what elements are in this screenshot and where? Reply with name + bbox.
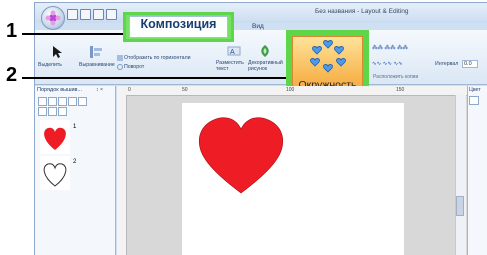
align-icon[interactable] [88,44,104,60]
stitch-thumb-1-number: 1 [73,124,77,130]
panel-tool-2-icon[interactable] [48,97,57,106]
window-title: Без названия - Layout & Editing [315,8,409,15]
qat-save-icon[interactable] [93,9,104,20]
ruler-mark-100: 100 [286,87,295,93]
color-panel-title: Цвет [469,87,481,93]
rotate-button[interactable]: Поворот [124,64,144,70]
panel-tool-6-icon[interactable] [38,107,47,116]
callout-1: 1 [6,20,18,42]
stitch-thumb-2-number: 2 [73,159,77,165]
interval-input[interactable]: 0.0 [462,60,478,68]
stitch-order-title: Порядок вышив... [37,87,83,93]
flip-horizontal-icon[interactable] [117,55,123,61]
interval-label: Интервал [435,61,459,67]
flip-horizontal-button[interactable]: Отобразить по горизонтали [124,55,191,61]
color-panel [467,86,487,255]
color-panel-tool-icon[interactable] [469,96,479,105]
stitch-thumb-2[interactable] [40,156,70,190]
panel-tool-7-icon[interactable] [48,107,57,116]
decorative-pattern-icon[interactable] [257,43,273,59]
arrange-row-1[interactable]: ⁂⁂ ⁂⁂ ⁂⁂ [372,45,408,51]
decorative-pattern-label[interactable]: Декоративный рисунок [248,60,286,72]
heart-outline-icon [43,163,67,187]
qat-new-icon[interactable] [67,9,78,20]
circle-hearts-icon [310,40,346,73]
vertical-scrollbar[interactable] [455,95,466,255]
app-menu-orb[interactable] [41,6,65,30]
tab-view[interactable]: Вид [252,23,264,30]
callout-2-line [22,77,286,79]
panel-tool-1-icon[interactable] [38,97,47,106]
arrange-option-1-icon[interactable]: ⁂⁂ ⁂⁂ ⁂⁂ [372,45,408,51]
select-arrow-icon[interactable] [52,45,64,59]
ruler-mark-50: 50 [182,87,188,93]
select-button-label[interactable]: Выделить [38,62,62,68]
place-text-icon[interactable]: A [227,44,241,58]
panel-tool-3-icon[interactable] [58,97,67,106]
tab-composition-label[interactable]: Композиция [129,17,228,31]
arrange-row-2[interactable]: ∿∿ ∿∿ ∿∿ [372,61,403,67]
heart-filled-icon [44,127,66,150]
ruler-vertical [117,95,127,255]
svg-text:A: A [230,49,235,56]
heart-shape[interactable] [196,115,286,197]
align-button-label[interactable]: Выравнивание [79,62,115,68]
callout-2: 2 [6,64,18,86]
stitch-thumb-1[interactable] [40,120,70,154]
arrange-copies-group-label: Расположить копии [373,74,419,80]
panel-pin-close-icon[interactable]: ↕ × [96,87,103,93]
ruler-mark-150: 150 [396,87,405,93]
place-text-label[interactable]: Разместить текст [216,60,246,72]
panel-tool-5-icon[interactable] [78,97,87,106]
rotate-icon[interactable] [117,64,123,70]
callout-1-line [22,33,123,35]
panel-tool-8-icon[interactable] [58,107,67,116]
qat-undo-icon[interactable] [106,9,117,20]
arrange-option-2-icon[interactable]: ∿∿ ∿∿ ∿∿ [372,61,403,67]
ruler-mark-0: 0 [128,87,131,93]
scrollbar-thumb[interactable] [456,196,464,216]
flower-icon [45,10,61,26]
panel-tool-4-icon[interactable] [68,97,77,106]
qat-open-icon[interactable] [80,9,91,20]
